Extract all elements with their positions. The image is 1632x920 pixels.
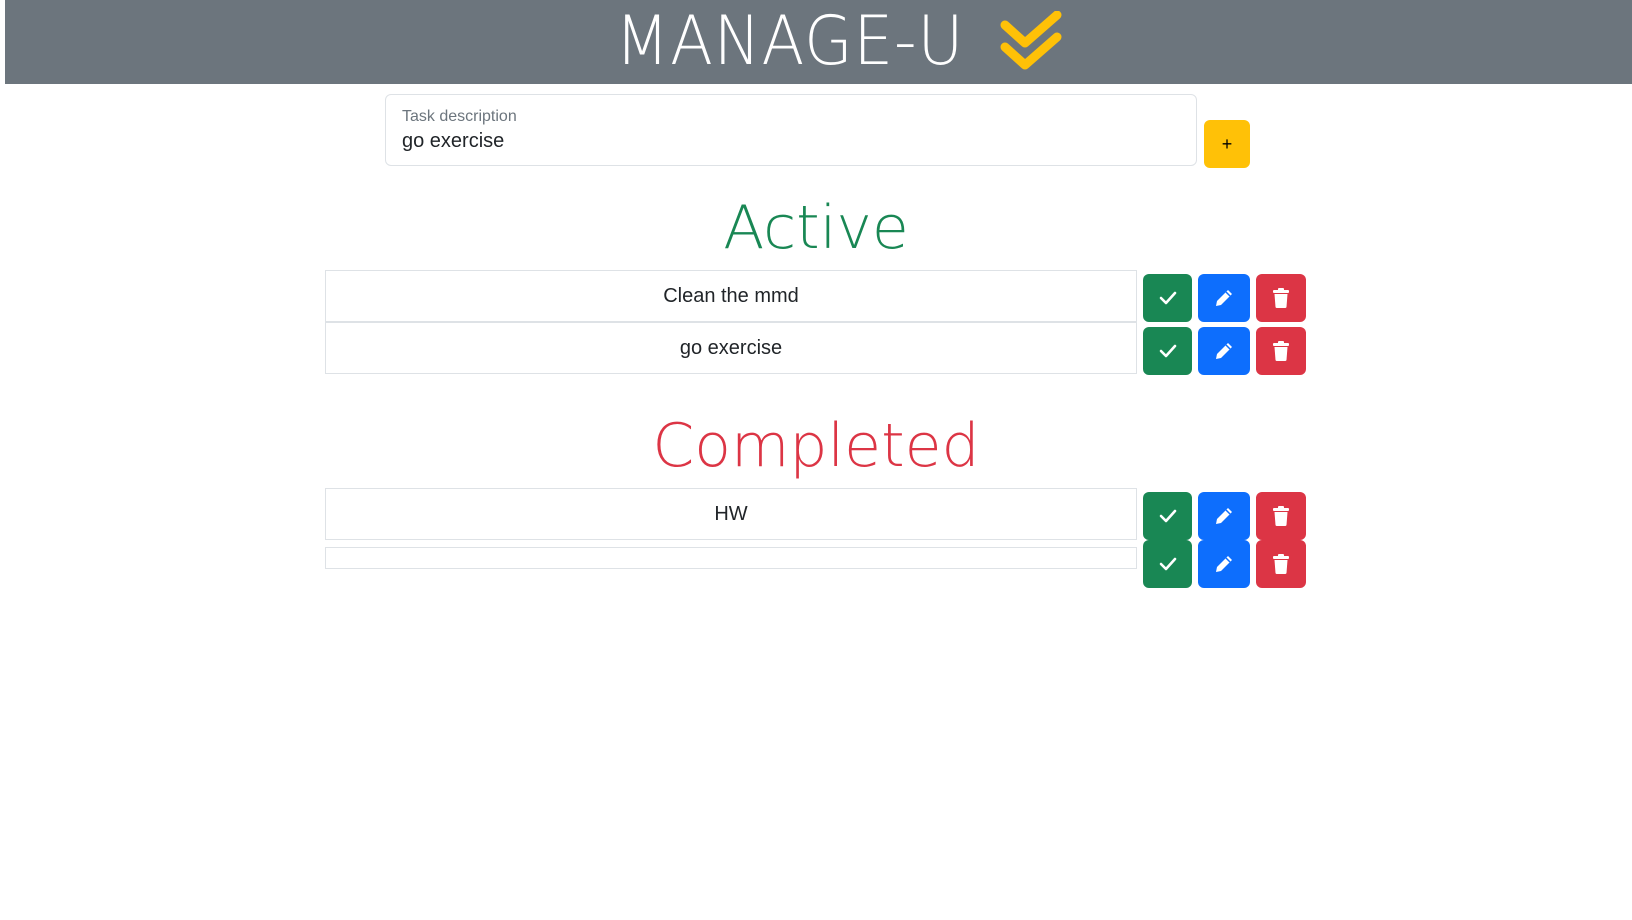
delete-button[interactable] xyxy=(1256,540,1306,588)
edit-button[interactable] xyxy=(1198,540,1250,588)
app-title: MANAGE-U xyxy=(615,2,964,81)
trash-icon xyxy=(1273,554,1289,574)
complete-button[interactable] xyxy=(1143,327,1192,375)
trash-icon xyxy=(1273,288,1289,308)
task-description-label: Task description xyxy=(402,108,517,125)
completed-task-1: HW xyxy=(325,488,1137,540)
complete-button[interactable] xyxy=(1143,540,1192,588)
active-task-2: go exercise xyxy=(325,322,1137,374)
edit-button[interactable] xyxy=(1198,274,1250,322)
task-description-field[interactable]: Task description xyxy=(385,94,1197,166)
app-header: MANAGE-U xyxy=(5,0,1632,84)
completed-task-2 xyxy=(325,547,1137,569)
active-heading: Active xyxy=(723,193,909,263)
complete-button[interactable] xyxy=(1143,274,1192,322)
pencil-icon xyxy=(1216,556,1232,572)
trash-icon xyxy=(1273,506,1289,526)
task-description-input[interactable] xyxy=(402,130,1172,153)
check-icon xyxy=(1159,344,1176,358)
delete-button[interactable] xyxy=(1256,492,1306,540)
check-icon xyxy=(1159,509,1176,523)
edit-button[interactable] xyxy=(1198,327,1250,375)
completed-heading: Completed xyxy=(652,411,980,481)
active-task-1: Clean the mmd xyxy=(325,270,1137,322)
add-task-button[interactable]: + xyxy=(1204,120,1250,168)
delete-button[interactable] xyxy=(1256,274,1306,322)
check-icon xyxy=(1159,291,1176,305)
trash-icon xyxy=(1273,341,1289,361)
double-check-icon xyxy=(999,11,1065,73)
pencil-icon xyxy=(1216,343,1232,359)
check-icon xyxy=(1159,557,1176,571)
brand: MANAGE-U xyxy=(600,8,1065,76)
edit-button[interactable] xyxy=(1198,492,1250,540)
complete-button[interactable] xyxy=(1143,492,1192,540)
pencil-icon xyxy=(1216,508,1232,524)
pencil-icon xyxy=(1216,290,1232,306)
delete-button[interactable] xyxy=(1256,327,1306,375)
